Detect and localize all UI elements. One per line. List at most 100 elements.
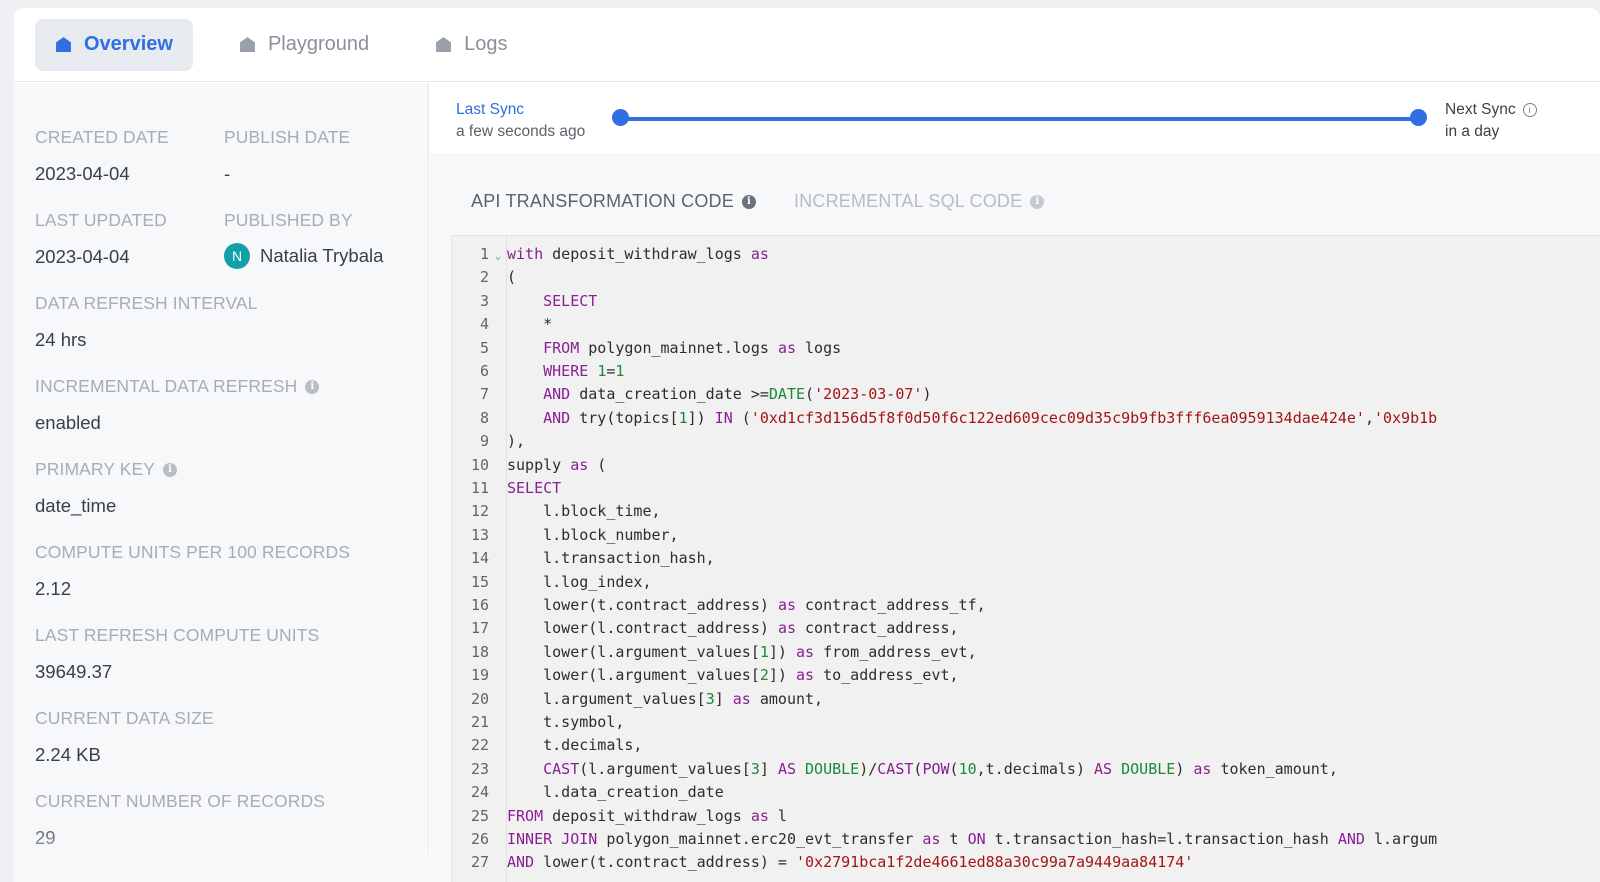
- code-text: lower(l.argument_values[1]) as from_addr…: [507, 642, 977, 661]
- line-number: 14: [470, 549, 489, 568]
- line-number: 18: [470, 642, 489, 661]
- code-line[interactable]: 21 t.symbol,: [452, 711, 1600, 734]
- code-text: FROM polygon_mainnet.logs as logs: [543, 338, 842, 357]
- refresh-interval-label: DATA REFRESH INTERVAL: [35, 293, 258, 313]
- tab-label: Logs: [464, 33, 508, 55]
- tab-incremental-sql-code[interactable]: INCREMENTAL SQL CODE i: [793, 191, 1045, 212]
- code-editor[interactable]: 1 ⌄ with deposit_withdraw_logs as 2(3 SELEC…: [451, 235, 1600, 882]
- code-line[interactable]: 4 *: [452, 313, 1600, 336]
- line-number: 13: [470, 525, 489, 544]
- code-line[interactable]: 8 AND try(topics[1]) IN ('0xd1cf3d156d5f…: [452, 407, 1600, 430]
- code-text: AND lower(t.contract_address) = '0x2791b…: [507, 853, 1194, 872]
- line-number: 12: [470, 502, 489, 521]
- code-text: t.symbol,: [507, 713, 625, 731]
- home-icon: [240, 37, 255, 52]
- info-icon[interactable]: i: [1522, 103, 1537, 117]
- line-number: 2: [479, 268, 489, 287]
- line-number: 27: [470, 853, 489, 872]
- primary-key-label: PRIMARY KEY i: [35, 459, 178, 480]
- last-refresh-cu-label: LAST REFRESH COMPUTE UNITS: [35, 625, 320, 645]
- line-number: 15: [470, 572, 489, 591]
- tab-playground[interactable]: Playground: [219, 19, 389, 71]
- tab-api-transformation-code[interactable]: API TRANSFORMATION CODE i: [471, 191, 756, 212]
- info-icon[interactable]: i: [163, 462, 178, 477]
- published-by-name: Natalia Trybala: [260, 245, 384, 266]
- code-line[interactable]: 18 lower(l.argument_values[1]) as from_a…: [452, 641, 1600, 664]
- info-icon[interactable]: i: [1030, 194, 1045, 209]
- code-tab-label: INCREMENTAL SQL CODE: [793, 191, 1023, 211]
- code-line[interactable]: 7 AND data_creation_date >=DATE('2023-03…: [452, 383, 1600, 406]
- code-text: WHERE 1=1: [543, 362, 625, 380]
- incremental-refresh-label: INCREMENTAL DATA REFRESH i: [35, 376, 320, 397]
- code-line[interactable]: 12 l.block_time,: [452, 500, 1600, 523]
- code-text: CAST(l.argument_values[3] AS DOUBLE)/CAS…: [543, 759, 1338, 778]
- line-number: 20: [470, 689, 489, 708]
- incremental-refresh-label-text: INCREMENTAL DATA REFRESH: [35, 376, 298, 396]
- code-line[interactable]: 17 lower(l.contract_address) as contract…: [452, 617, 1600, 640]
- next-sync-label: Next Sync: [1445, 101, 1516, 118]
- publish-date-label: PUBLISH DATE: [224, 127, 351, 147]
- sync-start-knob: [612, 109, 629, 126]
- line-number: 3: [479, 291, 489, 310]
- primary-key-value: date_time: [35, 495, 117, 516]
- line-number: 11: [470, 479, 489, 497]
- sync-bar: Last Sync a few seconds ago Next Sync i …: [430, 83, 1600, 155]
- line-number: 16: [470, 596, 489, 614]
- publish-date-value: -: [224, 163, 231, 184]
- code-line[interactable]: 20 l.argument_values[3] as amount,: [452, 688, 1600, 711]
- code-line[interactable]: 27 AND lower(t.contract_address) = '0x279…: [452, 851, 1600, 874]
- code-line[interactable]: 1 ⌄ with deposit_withdraw_logs as: [452, 243, 1600, 266]
- code-panel: Last Sync a few seconds ago Next Sync i …: [430, 83, 1600, 882]
- code-line[interactable]: 15 l.log_index,: [452, 571, 1600, 594]
- code-line[interactable]: 16 lower(t.contract_address) as contract…: [452, 594, 1600, 617]
- tab-logs[interactable]: Logs: [415, 19, 527, 71]
- line-number: 8: [479, 408, 489, 427]
- data-size-value: 2.24 KB: [35, 744, 101, 765]
- code-text: ),: [507, 432, 526, 451]
- code-text: l.block_time,: [507, 502, 661, 521]
- code-tab-label: API TRANSFORMATION CODE: [471, 191, 734, 211]
- fold-chevron-icon[interactable]: ⌄: [489, 244, 507, 267]
- code-text: with deposit_withdraw_logs as: [507, 245, 769, 263]
- code-text: AND data_creation_date >=DATE('2023-03-0…: [543, 385, 932, 404]
- metadata-panel: CREATED DATE PUBLISH DATE 2023-04-04 - L…: [14, 83, 429, 882]
- code-line[interactable]: 26 INNER JOIN polygon_mainnet.erc20_evt_t…: [452, 828, 1600, 851]
- next-sync-value: in a day: [1445, 123, 1500, 140]
- code-line[interactable]: 19 lower(l.argument_values[2]) as to_add…: [452, 664, 1600, 687]
- code-line[interactable]: 10 supply as (: [452, 454, 1600, 477]
- sync-progress-track: [620, 117, 1418, 121]
- created-date-label: CREATED DATE: [35, 127, 169, 147]
- code-line[interactable]: 25 FROM deposit_withdraw_logs as l: [452, 805, 1600, 828]
- tab-overview[interactable]: Overview: [35, 18, 193, 71]
- line-number: 1: [479, 245, 489, 263]
- code-line[interactable]: 14 l.transaction_hash,: [452, 547, 1600, 570]
- line-number: 5: [479, 338, 489, 357]
- avatar: N: [224, 243, 250, 269]
- code-line[interactable]: 22 t.decimals,: [452, 734, 1600, 757]
- code-line[interactable]: 11 SELECT: [452, 477, 1600, 500]
- code-text: lower(l.argument_values[2]) as to_addres…: [507, 666, 959, 685]
- code-line[interactable]: 2(: [452, 266, 1600, 289]
- last-sync: Last Sync a few seconds ago: [456, 101, 585, 141]
- code-text: t.decimals,: [507, 736, 643, 755]
- bottom-fade: [14, 813, 429, 882]
- num-records-label: CURRENT NUMBER OF RECORDS: [35, 791, 325, 811]
- code-text: l.transaction_hash,: [507, 549, 715, 568]
- code-line[interactable]: 9),: [452, 430, 1600, 453]
- code-text: SELECT: [507, 479, 562, 497]
- tab-label: Playground: [267, 33, 370, 55]
- code-text: SELECT: [543, 291, 598, 310]
- code-line[interactable]: 6 WHERE 1=1: [452, 360, 1600, 383]
- line-number: 22: [470, 736, 489, 755]
- published-by[interactable]: N Natalia Trybala: [224, 243, 383, 269]
- code-line[interactable]: 3 SELECT: [452, 290, 1600, 313]
- code-line[interactable]: 5 FROM polygon_mainnet.logs as logs: [452, 337, 1600, 360]
- code-line[interactable]: 13 l.block_number,: [452, 524, 1600, 547]
- code-line[interactable]: 23 CAST(l.argument_values[3] AS DOUBLE)/…: [452, 758, 1600, 781]
- created-date-value: 2023-04-04: [35, 163, 130, 184]
- info-icon[interactable]: i: [741, 194, 756, 209]
- info-icon[interactable]: i: [305, 379, 320, 394]
- line-number: 24: [470, 783, 489, 802]
- code-line[interactable]: 24 l.data_creation_date: [452, 781, 1600, 804]
- code-text: l.argument_values[3] as amount,: [507, 689, 824, 708]
